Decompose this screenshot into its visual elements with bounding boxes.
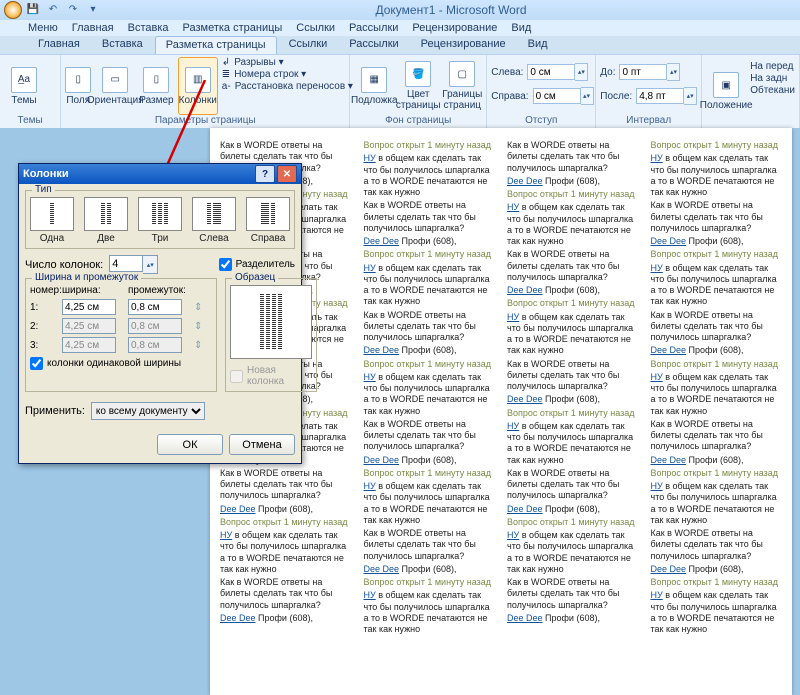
equal-width-checkbox[interactable]: колонки одинаковой ширины [30, 357, 212, 370]
group-label: Параметры страницы [65, 115, 345, 127]
menu-item[interactable]: Меню [28, 22, 58, 34]
office-orb[interactable] [4, 1, 22, 19]
spacing-after-input[interactable]: ▴▾ [636, 87, 697, 105]
menu-item[interactable]: Разметка страницы [183, 22, 283, 34]
ribbon-tabs: Главная Вставка Разметка страницы Ссылки… [0, 36, 800, 54]
cancel-button[interactable]: Отмена [229, 434, 295, 455]
ribbon: A̲a Темы Темы ▯Поля ▭Ориентация ▯Размер … [0, 54, 800, 130]
tab[interactable]: Рецензирование [411, 36, 516, 54]
columns-dialog: Колонки ? ✕ Тип ОднаДвеТриСлеваСправа Чи… [18, 163, 302, 464]
group-label: Фон страницы [354, 115, 482, 127]
breaks-icon: ↲ [222, 57, 230, 68]
type-legend: Тип [32, 184, 55, 195]
tab[interactable]: Ссылки [279, 36, 338, 54]
hyphenation-button[interactable]: a-Расстановка переносов ▾ [222, 81, 353, 92]
indent-left-input[interactable]: ▴▾ [527, 63, 588, 81]
group-label: Отступ [491, 115, 591, 127]
breaks-button[interactable]: ↲Разрывы ▾ [222, 57, 353, 68]
window-title: Документ1 - Microsoft Word [102, 3, 800, 17]
num-columns-label: Число колонок: [25, 259, 103, 271]
group-label: Темы [4, 115, 56, 127]
type-option[interactable]: Справа [246, 197, 290, 244]
tab[interactable]: Главная [28, 36, 90, 54]
line-numbers-button[interactable]: ≣Номера строк ▾ [222, 69, 353, 80]
themes-button[interactable]: A̲a Темы [4, 57, 44, 115]
indent-right-input[interactable]: ▴▾ [533, 87, 594, 105]
type-option[interactable]: Одна [30, 197, 74, 244]
help-icon[interactable]: ? [255, 165, 275, 183]
tab[interactable]: Вид [518, 36, 558, 54]
sample-preview [230, 285, 312, 359]
page-color-button[interactable]: 🪣Цвет страницы [398, 57, 438, 115]
themes-icon: A̲a [11, 67, 37, 93]
col-gap-input [128, 318, 182, 334]
qat-more-icon[interactable]: ▾ [84, 1, 102, 17]
menu-item[interactable]: Вид [511, 22, 531, 34]
type-option[interactable]: Три [138, 197, 182, 244]
qat-undo-icon[interactable]: ↶ [44, 1, 62, 17]
type-option[interactable]: Слева [192, 197, 236, 244]
indent-left-label: Слева: [491, 67, 523, 78]
width-gap-legend: Ширина и промежуток [32, 272, 141, 283]
size-icon: ▯ [143, 67, 169, 93]
margins-button[interactable]: ▯Поля [65, 57, 91, 115]
dialog-title: Колонки [23, 168, 69, 180]
menubar: Меню Главная Вставка Разметка страницы С… [0, 20, 800, 36]
watermark-button[interactable]: ▦Подложка [354, 57, 394, 115]
col-width-input[interactable] [62, 299, 116, 315]
group-label: Интервал [600, 115, 697, 127]
menu-item[interactable]: Главная [72, 22, 114, 34]
orientation-icon: ▭ [102, 67, 128, 93]
group-label [706, 126, 795, 127]
col-gap-input [128, 337, 182, 353]
col-width-input [62, 318, 116, 334]
col-gap-input[interactable] [128, 299, 182, 315]
indent-right-label: Справа: [491, 91, 528, 102]
apply-label: Применить: [25, 405, 85, 417]
text-wrap-button[interactable]: Обтекани [750, 85, 795, 96]
close-icon[interactable]: ✕ [277, 165, 297, 183]
columns-button[interactable]: ▥Колонки [178, 57, 218, 115]
tab-page-layout[interactable]: Разметка страницы [155, 36, 277, 54]
qat-redo-icon[interactable]: ↷ [64, 1, 82, 17]
columns-icon: ▥ [185, 67, 211, 93]
bring-front-button[interactable]: На перед [750, 61, 795, 72]
send-back-button[interactable]: На задн [750, 73, 795, 84]
position-icon: ▣ [713, 72, 739, 98]
menu-item[interactable]: Ссылки [296, 22, 335, 34]
ok-button[interactable]: ОК [157, 434, 223, 455]
watermark-icon: ▦ [361, 67, 387, 93]
apply-select[interactable]: ко всему документу [91, 402, 205, 420]
position-button[interactable]: ▣Положение [706, 57, 746, 126]
page-borders-button[interactable]: ▢Границы страниц [442, 57, 482, 115]
sample-legend: Образец [232, 272, 278, 283]
menu-item[interactable]: Вставка [128, 22, 169, 34]
menu-item[interactable]: Рассылки [349, 22, 398, 34]
margins-icon: ▯ [65, 67, 91, 93]
page-color-icon: 🪣 [405, 61, 431, 87]
titlebar: 💾 ↶ ↷ ▾ Документ1 - Microsoft Word [0, 0, 800, 20]
tab[interactable]: Вставка [92, 36, 153, 54]
menu-item[interactable]: Рецензирование [412, 22, 497, 34]
borders-icon: ▢ [449, 61, 475, 87]
hyphen-icon: a- [222, 81, 231, 92]
new-column-checkbox: Новая колонка [230, 365, 312, 387]
spacing-before-input[interactable]: ▴▾ [619, 63, 680, 81]
spacing-before-label: До: [600, 67, 615, 78]
lines-icon: ≣ [222, 69, 230, 80]
dialog-titlebar[interactable]: Колонки ? ✕ [19, 164, 301, 184]
qat-save-icon[interactable]: 💾 [24, 1, 42, 17]
orientation-button[interactable]: ▭Ориентация [95, 57, 135, 115]
type-option[interactable]: Две [84, 197, 128, 244]
col-width-input [62, 337, 116, 353]
tab[interactable]: Рассылки [339, 36, 408, 54]
divider-checkbox[interactable]: Разделитель [219, 258, 295, 271]
size-button[interactable]: ▯Размер [139, 57, 173, 115]
spacing-after-label: После: [600, 91, 632, 102]
